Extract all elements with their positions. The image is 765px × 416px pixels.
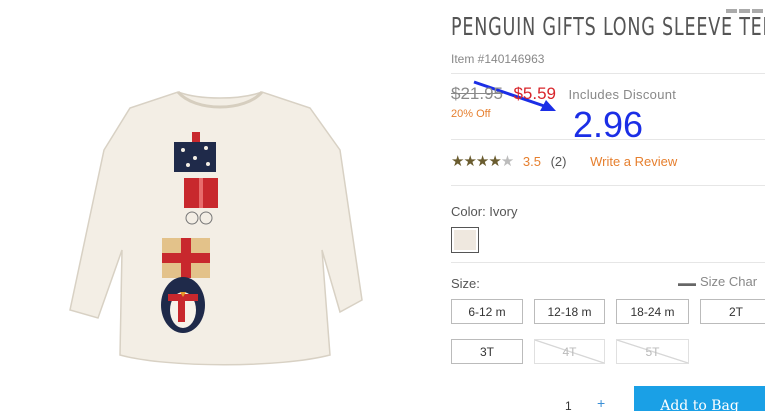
size-option-5t[interactable]: 5T xyxy=(616,339,689,364)
color-swatch-ivory[interactable] xyxy=(451,227,479,253)
size-option-12-18m[interactable]: 12-18 m xyxy=(534,299,605,324)
divider xyxy=(451,185,765,186)
divider xyxy=(451,262,765,263)
color-label: Color: Ivory xyxy=(451,204,518,219)
product-info-panel: PENGUIN GIFTS LONG SLEEVE TEE Item #1401… xyxy=(451,0,765,414)
review-count: (2) xyxy=(550,154,567,169)
original-price: $21.95 xyxy=(451,84,503,103)
item-number: Item #140146963 xyxy=(451,52,545,66)
size-option-2t[interactable]: 2T xyxy=(700,299,765,324)
discount-note: Includes Discount xyxy=(568,87,677,102)
size-option-3t[interactable]: 3T xyxy=(451,339,523,364)
size-label: Size: xyxy=(451,276,480,291)
rating-value: 3.5 xyxy=(522,154,541,169)
discount-percent: 20% Off xyxy=(451,108,491,120)
product-title: PENGUIN GIFTS LONG SLEEVE TEE xyxy=(451,12,765,41)
write-review-link[interactable]: Write a Review xyxy=(590,154,677,169)
star-rating-icon: ★★★★★ xyxy=(451,153,514,170)
size-option-18-24m[interactable]: 18-24 m xyxy=(616,299,689,324)
rating-row: ★★★★★ 3.5 (2) Write a Review xyxy=(451,152,677,170)
quantity-plus-button[interactable]: + xyxy=(597,395,605,411)
size-chart-label: Size Char xyxy=(700,274,758,289)
sale-price: $5.59 xyxy=(513,84,556,103)
product-image[interactable] xyxy=(0,0,432,411)
size-option-4t[interactable]: 4T xyxy=(534,339,605,364)
divider xyxy=(451,139,765,140)
size-chart-link[interactable]: ▬▬ Size Char xyxy=(678,274,757,289)
add-to-bag-button[interactable]: Add to Bag xyxy=(634,386,765,414)
divider xyxy=(451,73,765,74)
price-row: $21.95 $5.59 Includes Discount xyxy=(451,84,676,104)
size-option-6-12m[interactable]: 6-12 m xyxy=(451,299,523,324)
ruler-icon: ▬▬ xyxy=(678,278,696,288)
